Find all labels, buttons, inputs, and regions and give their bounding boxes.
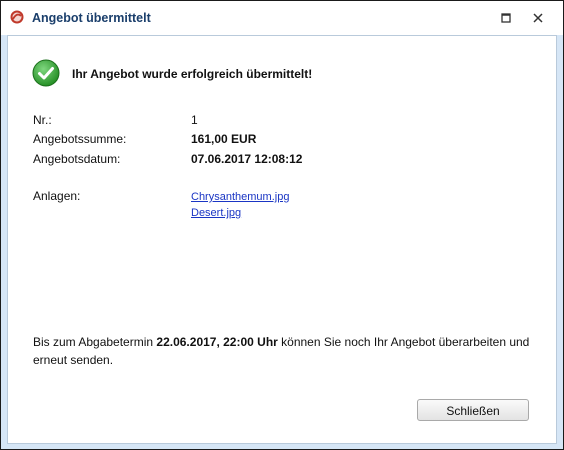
date-value: 07.06.2017 12:08:12 (191, 152, 303, 166)
nr-value: 1 (191, 113, 198, 127)
notice-deadline: 22.06.2017, 22:00 Uhr (156, 335, 278, 349)
nr-label: Nr.: (33, 113, 52, 127)
attachment-link[interactable]: Desert.jpg (191, 207, 241, 219)
title-bar[interactable]: Angebot übermittelt (1, 1, 563, 35)
attachments-label: Anlagen: (33, 189, 81, 203)
close-icon[interactable] (531, 11, 545, 25)
dialog-window: Angebot übermittelt Ihr Angebot wurde er… (0, 0, 564, 450)
maximize-icon[interactable] (499, 11, 513, 25)
app-logo-icon (10, 10, 24, 24)
date-label: Angebotsdatum: (33, 152, 121, 166)
success-headline: Ihr Angebot wurde erfolgreich übermittel… (72, 67, 313, 81)
deadline-notice: Bis zum Abgabetermin 22.06.2017, 22:00 U… (33, 333, 543, 369)
success-check-icon (32, 59, 60, 87)
sum-label: Angebotssumme: (33, 132, 127, 146)
notice-prefix: Bis zum Abgabetermin (33, 335, 157, 349)
attachment-link[interactable]: Chrysanthemum.jpg (191, 191, 289, 203)
dialog-content: Ihr Angebot wurde erfolgreich übermittel… (7, 35, 557, 444)
window-title: Angebot übermittelt (32, 11, 151, 25)
close-button[interactable]: Schließen (417, 399, 529, 421)
sum-value: 161,00 EUR (191, 132, 257, 146)
